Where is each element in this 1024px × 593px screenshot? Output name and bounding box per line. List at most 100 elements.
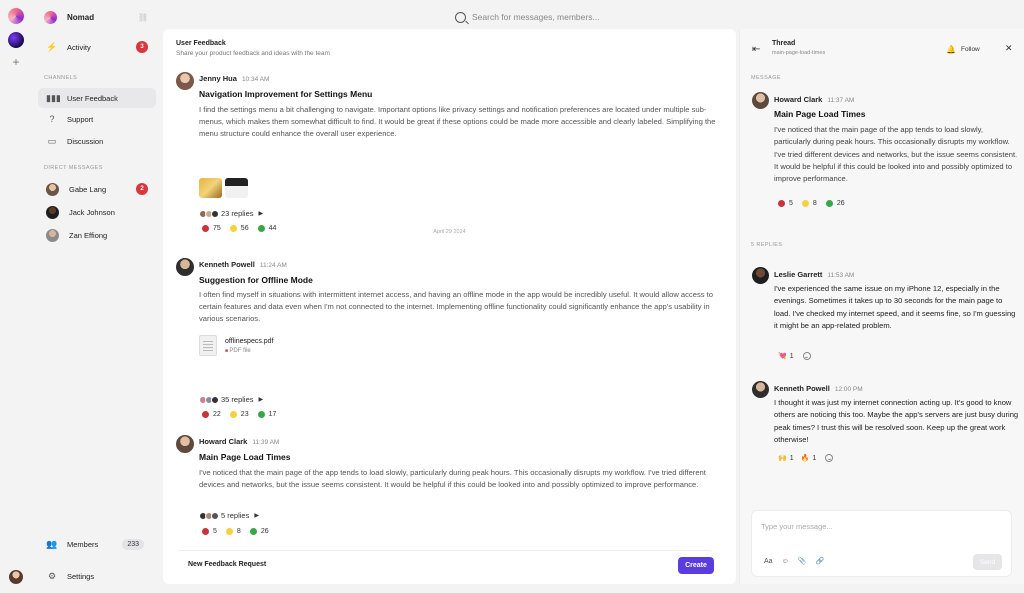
message-body: I thought it was just my internet connec…: [774, 398, 1019, 444]
workspace-rail: +: [0, 0, 32, 593]
message-subject: Navigation Improvement for Settings Menu: [199, 89, 373, 99]
reaction-green[interactable]: 26: [825, 200, 845, 207]
activity-badge: 3: [136, 41, 148, 53]
avatar[interactable]: [752, 92, 769, 109]
reaction-count: 23: [240, 411, 249, 418]
reaction-red[interactable]: 22: [202, 411, 221, 418]
follow-label: Follow: [960, 46, 980, 53]
reaction-raised-hands[interactable]: 🙌 1: [778, 454, 794, 463]
chevron-right-icon: ▶: [258, 397, 264, 403]
send-button[interactable]: Send: [973, 554, 1002, 570]
chat-bubble-icon: ▭: [47, 135, 57, 146]
workspace-logo-icon: [44, 10, 57, 24]
message-author[interactable]: Howard Clark: [199, 437, 247, 446]
avatar[interactable]: [176, 435, 194, 453]
sidebar-item-label: User Feedback: [67, 93, 118, 103]
message-time: 11:37 AM: [827, 97, 855, 104]
message-author[interactable]: Howard Clark: [774, 95, 822, 104]
channel-title: User Feedback: [176, 40, 226, 47]
workspace-header[interactable]: Nomad ⛓: [44, 9, 156, 25]
thread-title: Thread: [772, 40, 796, 47]
reaction-count: 1: [812, 454, 817, 462]
attachment-thumbnails: [199, 178, 248, 198]
new-feedback-bar[interactable]: New Feedback Request Create: [176, 550, 714, 577]
members-icon: 👥: [46, 538, 58, 549]
search-bar[interactable]: Search for messages, members...: [455, 9, 735, 25]
workspace-icon-secondary[interactable]: [8, 32, 24, 48]
replies-link[interactable]: 23 replies ▶: [199, 209, 263, 218]
reaction-yellow[interactable]: 23: [229, 411, 249, 418]
replies-link[interactable]: 35 replies ▶: [199, 395, 263, 404]
reaction-yellow[interactable]: 8: [801, 200, 817, 207]
reaction-fire[interactable]: 🔥 1: [801, 454, 817, 463]
file-type: PDF file: [225, 348, 274, 354]
link-icon[interactable]: ⛓: [138, 13, 148, 22]
create-button[interactable]: Create: [678, 557, 714, 574]
back-arrow-icon[interactable]: ⇤: [752, 44, 760, 55]
replies-count: 5 replies: [221, 511, 250, 520]
message-item: Howard Clark 11:39 AM Main Page Load Tim…: [176, 435, 721, 535]
replies-link[interactable]: 5 replies ▶: [199, 511, 259, 520]
reaction-yellow[interactable]: 8: [225, 528, 241, 535]
reaction-count: 5: [789, 200, 793, 207]
text-format-icon[interactable]: Aa: [764, 558, 773, 565]
message-subject: Main Page Load Times: [199, 452, 291, 462]
message-body: I find the settings menu a bit challengi…: [199, 105, 716, 138]
reaction-green[interactable]: 17: [257, 411, 276, 418]
reaction-heart[interactable]: 💘 1: [778, 352, 794, 361]
search-icon: [455, 11, 466, 23]
avatar[interactable]: [176, 72, 194, 90]
follow-button[interactable]: 🔔 Follow: [946, 45, 980, 54]
message-subject: Suggestion for Offline Mode: [199, 275, 313, 285]
reaction-green-icon: [249, 528, 257, 535]
add-workspace-icon[interactable]: +: [8, 55, 24, 69]
add-reaction-icon[interactable]: [802, 352, 811, 360]
link-icon[interactable]: 🔗: [815, 557, 824, 565]
message-section-label: MESSAGE: [751, 75, 782, 81]
avatar[interactable]: [752, 267, 769, 284]
image-thumbnail[interactable]: [199, 178, 222, 198]
attachment-icon[interactable]: 📎: [798, 557, 807, 565]
message-input[interactable]: Type your message...: [761, 522, 833, 531]
close-icon[interactable]: ✕: [1005, 43, 1013, 54]
reaction-green-icon: [257, 411, 265, 418]
reaction-red[interactable]: 5: [778, 200, 793, 207]
user-avatar[interactable]: [9, 570, 23, 584]
avatar[interactable]: [752, 381, 769, 398]
sidebar-item-members[interactable]: 👥 Members 233: [38, 534, 156, 554]
sidebar-item-dm-zan-effiong[interactable]: Zan Effiong: [38, 225, 156, 245]
avatar: [46, 205, 59, 219]
avatar[interactable]: [176, 258, 194, 276]
reaction-green[interactable]: 26: [249, 528, 269, 535]
reaction-yellow-icon: [801, 200, 809, 207]
sidebar-item-user-feedback[interactable]: ▮▮▮ User Feedback: [38, 88, 156, 108]
emoji-icon[interactable]: ☺: [782, 558, 789, 565]
reaction-count: 1: [789, 454, 794, 462]
message-time: 11:53 AM: [827, 272, 855, 279]
reaction-yellow-icon: [225, 528, 233, 535]
reaction-red[interactable]: 5: [202, 528, 217, 535]
image-thumbnail[interactable]: [225, 178, 248, 198]
reaction-green-icon: [825, 200, 833, 207]
direct-messages-heading: DIRECT MESSAGES: [44, 165, 103, 171]
sidebar-item-discussion[interactable]: ▭ Discussion: [38, 131, 156, 151]
sidebar-item-settings[interactable]: ⚙ Settings: [38, 566, 156, 586]
workspace-icon-nomad[interactable]: [8, 8, 24, 24]
reaction-count: 5: [213, 528, 217, 535]
sidebar-item-support[interactable]: ? Support: [38, 109, 156, 129]
message-body: I often find myself in situations with i…: [199, 290, 713, 323]
message-author[interactable]: Jenny Hua: [199, 74, 237, 83]
file-attachment[interactable]: offlinespecs.pdf PDF file: [199, 335, 274, 356]
sidebar-item-activity[interactable]: ⚡ Activity 3: [38, 37, 156, 57]
message-author[interactable]: Leslie Garrett: [774, 270, 822, 279]
add-reaction-icon[interactable]: [825, 454, 834, 462]
sidebar-item-dm-jack-johnson[interactable]: Jack Johnson: [38, 202, 156, 222]
message-author[interactable]: Kenneth Powell: [199, 260, 255, 269]
message-author[interactable]: Kenneth Powell: [774, 384, 830, 393]
sidebar-item-dm-gabe-lang[interactable]: Gabe Lang 2: [38, 179, 156, 199]
chevron-right-icon: ▶: [258, 211, 264, 217]
thread-composer[interactable]: Type your message... Aa ☺ 📎 🔗 Send: [751, 510, 1012, 577]
thread-panel: ⇤ Thread main-page-load-times 🔔 Follow ✕…: [739, 29, 1024, 584]
replies-section-label: 5 REPLIES: [751, 242, 783, 248]
workspace-name: Nomad: [67, 12, 95, 22]
